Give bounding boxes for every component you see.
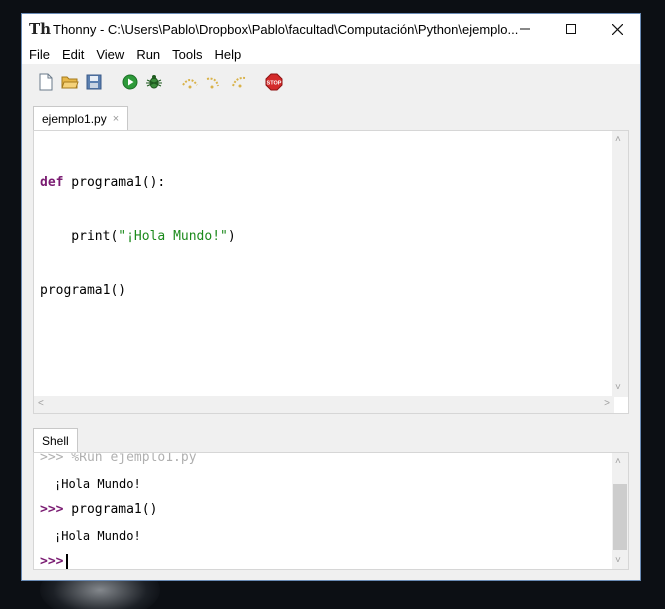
minimize-icon <box>520 28 530 30</box>
shell-prompt: >>> <box>40 502 64 517</box>
code-text[interactable]: def programa1(): print("¡Hola Mundo!") p… <box>40 138 236 336</box>
menu-view[interactable]: View <box>90 47 130 62</box>
code-text-part: programa1(): <box>63 175 166 190</box>
shell-command: programa1() <box>63 502 158 517</box>
stop-button[interactable]: STOP <box>262 70 286 94</box>
shell-line: >>> %Run ejemplo1.py <box>40 452 197 471</box>
menu-run[interactable]: Run <box>130 47 166 62</box>
run-icon <box>122 74 138 90</box>
scroll-left-icon[interactable]: ˂ <box>38 399 44 409</box>
step-over-icon <box>182 79 198 89</box>
code-text-part: programa1() <box>40 283 127 298</box>
code-keyword: def <box>40 175 64 190</box>
shell-command: %Run ejemplo1.py <box>63 452 197 465</box>
code-line: def programa1(): <box>40 174 236 192</box>
editor-tab-bar: ejemplo1.py × <box>33 106 129 130</box>
text-cursor <box>66 554 69 569</box>
code-text-part: print( <box>40 229 119 244</box>
shell-line: ¡Hola Mundo! <box>40 471 197 497</box>
menu-help[interactable]: Help <box>209 47 248 62</box>
debug-icon <box>146 75 162 89</box>
title-bar[interactable]: Th Thonny - C:\Users\Pablo\Dropbox\Pablo… <box>22 14 640 44</box>
stop-icon: STOP <box>265 73 283 91</box>
shell-output[interactable]: >>> %Run ejemplo1.py ¡Hola Mundo! >>> pr… <box>40 452 197 569</box>
code-editor[interactable]: def programa1(): print("¡Hola Mundo!") p… <box>33 130 629 414</box>
scroll-down-icon[interactable]: ˅ <box>615 383 621 393</box>
open-file-button[interactable] <box>58 70 82 94</box>
shell-tab-bar: Shell <box>33 428 78 452</box>
new-file-icon <box>39 73 53 91</box>
step-into-icon <box>206 77 219 89</box>
menu-bar: File Edit View Run Tools Help <box>22 44 640 64</box>
thonny-window: Th Thonny - C:\Users\Pablo\Dropbox\Pablo… <box>21 13 641 581</box>
code-text-part: ) <box>227 229 236 244</box>
shell-result: ¡Hola Mundo! <box>54 477 141 491</box>
tab-close-icon[interactable]: × <box>113 113 119 125</box>
close-icon <box>611 23 623 35</box>
maximize-button[interactable] <box>548 14 594 44</box>
step-out-icon <box>232 76 246 88</box>
scroll-up-icon[interactable]: ˄ <box>615 457 621 467</box>
scroll-right-icon[interactable]: ˃ <box>604 399 610 409</box>
toolbar: STOP <box>22 66 640 98</box>
editor-vertical-scrollbar[interactable]: ˄ ˅ <box>612 131 628 397</box>
run-button[interactable] <box>118 70 142 94</box>
open-file-icon <box>61 76 79 89</box>
window-title: Thonny - C:\Users\Pablo\Dropbox\Pablo\fa… <box>53 21 519 37</box>
editor-horizontal-scrollbar[interactable]: ˂ ˃ <box>34 396 614 413</box>
step-into-button[interactable] <box>202 70 226 94</box>
new-file-button[interactable] <box>34 70 58 94</box>
shell-prompt: >>> <box>40 554 64 569</box>
tab-ejemplo1[interactable]: ejemplo1.py × <box>33 106 129 130</box>
code-line: programa1() <box>40 282 236 300</box>
minimize-button[interactable] <box>502 14 548 44</box>
scrollbar-thumb[interactable] <box>613 484 627 550</box>
code-line: print("¡Hola Mundo!") <box>40 228 236 246</box>
shell-line: >>> programa1() <box>40 497 197 523</box>
save-file-button[interactable] <box>82 70 106 94</box>
code-string: "¡Hola Mundo!" <box>118 229 228 244</box>
thonny-logo-icon: Th <box>29 20 52 38</box>
close-button[interactable] <box>594 14 640 44</box>
step-out-button[interactable] <box>226 70 250 94</box>
tab-label: Shell <box>42 433 69 448</box>
menu-tools[interactable]: Tools <box>166 47 208 62</box>
stop-icon-text: STOP <box>267 81 282 87</box>
shell-prompt: >>> <box>40 452 64 465</box>
shell-panel[interactable]: >>> %Run ejemplo1.py ¡Hola Mundo! >>> pr… <box>33 452 629 570</box>
shell-vertical-scrollbar[interactable]: ˄ ˅ <box>612 453 628 569</box>
step-over-button[interactable] <box>178 70 202 94</box>
shell-input-line[interactable]: >>> <box>40 549 197 569</box>
shell-line: ¡Hola Mundo! <box>40 523 197 549</box>
shell-result: ¡Hola Mundo! <box>54 529 141 543</box>
tab-shell[interactable]: Shell <box>33 428 78 452</box>
menu-edit[interactable]: Edit <box>56 47 90 62</box>
save-file-icon <box>86 74 102 90</box>
tab-label: ejemplo1.py <box>42 111 107 126</box>
menu-file[interactable]: File <box>22 47 56 62</box>
scroll-up-icon[interactable]: ˄ <box>615 135 621 145</box>
debug-button[interactable] <box>142 70 166 94</box>
scroll-down-icon[interactable]: ˅ <box>615 556 621 566</box>
maximize-icon <box>566 24 576 34</box>
